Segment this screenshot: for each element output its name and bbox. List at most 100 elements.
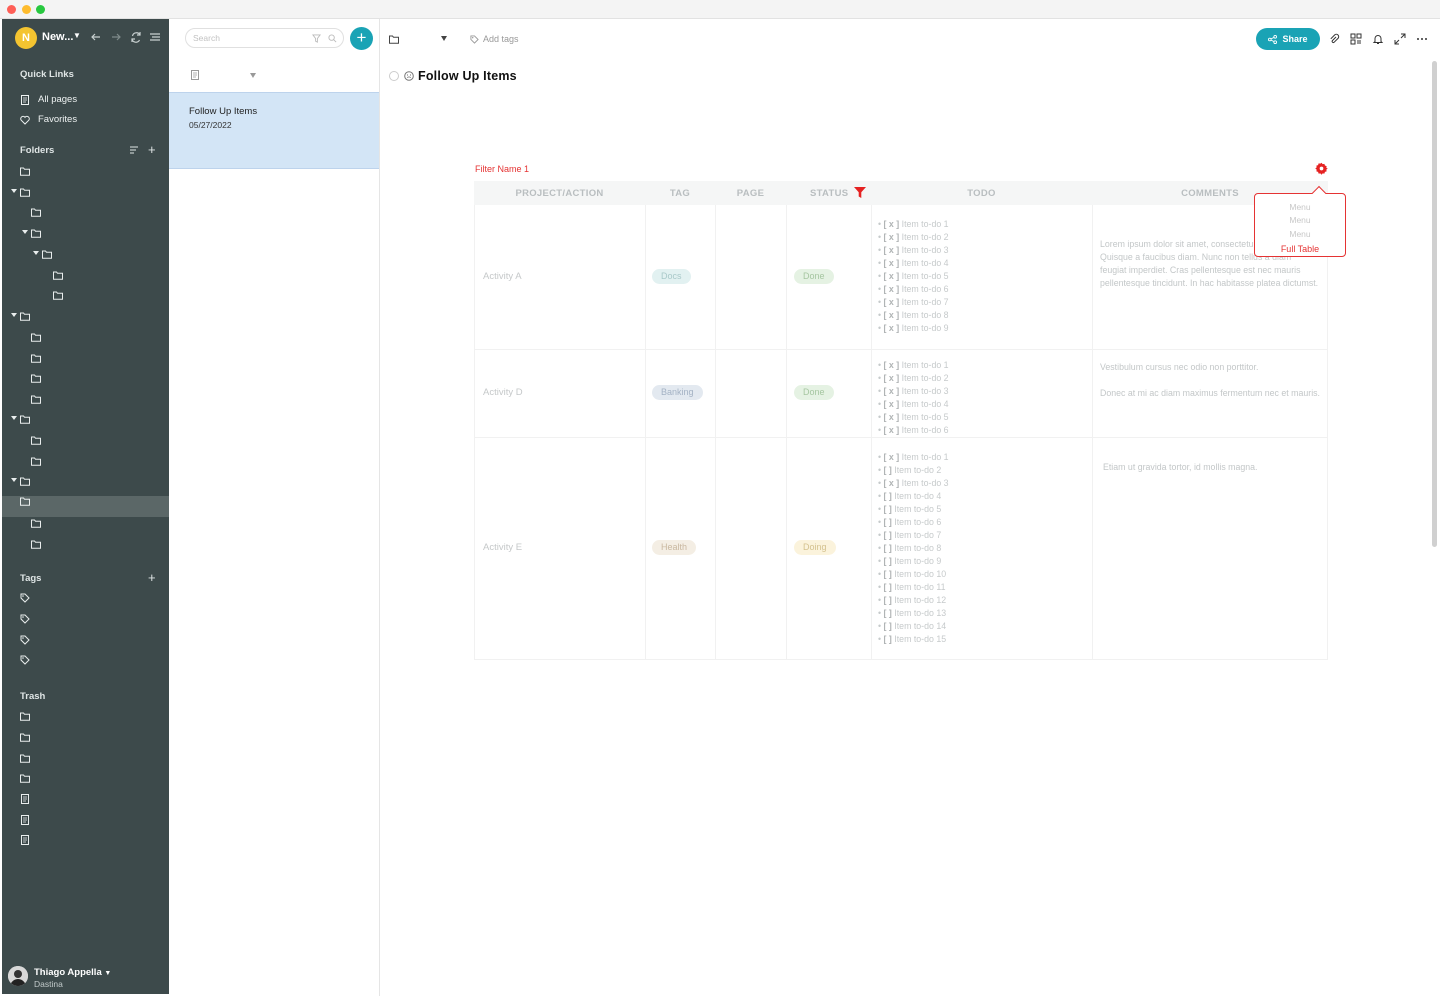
tag-icon[interactable]	[20, 593, 30, 603]
todo-checkbox[interactable]: [ ]	[884, 504, 892, 514]
todo-item[interactable]: • [ ] Item to-do 11	[878, 581, 949, 594]
forward-arrow-icon[interactable]	[109, 30, 123, 44]
close-window-button[interactable]	[7, 5, 16, 14]
todo-item[interactable]: • [ ] Item to-do 13	[878, 607, 949, 620]
menu-item-full-table[interactable]: Full Table	[1255, 244, 1345, 254]
expand-icon[interactable]	[1394, 33, 1406, 45]
todo-checkbox[interactable]: [ ]	[884, 517, 892, 527]
todo-checkbox[interactable]: [ ]	[884, 621, 892, 631]
add-tags-button[interactable]: Add tags	[470, 34, 519, 44]
more-options-icon[interactable]	[1416, 33, 1428, 45]
col-header-todo[interactable]: TODO	[871, 188, 1092, 199]
tag-badge[interactable]: Banking	[652, 385, 703, 400]
menu-item[interactable]: Menu	[1255, 202, 1345, 212]
chevron-down-icon[interactable]	[250, 73, 256, 78]
folder-icon[interactable]	[31, 456, 41, 466]
todo-item[interactable]: • [ ] Item to-do 7	[878, 529, 949, 542]
workspace-avatar[interactable]: N	[15, 27, 37, 49]
folder-icon[interactable]	[20, 414, 30, 424]
sync-icon[interactable]	[129, 30, 143, 44]
user-name[interactable]: Thiago Appella ▼	[34, 967, 111, 978]
todo-checkbox[interactable]: [ x ]	[884, 478, 900, 488]
folder-icon[interactable]	[20, 496, 30, 506]
folder-icon[interactable]	[20, 732, 30, 742]
folder-icon[interactable]	[20, 187, 30, 197]
todo-checkbox[interactable]: [ ]	[884, 608, 892, 618]
todo-item[interactable]: • [ ] Item to-do 10	[878, 568, 949, 581]
status-badge[interactable]: Done	[794, 269, 834, 284]
folder-icon[interactable]	[20, 311, 30, 321]
filter-icon[interactable]	[312, 34, 321, 43]
zoom-window-button[interactable]	[36, 5, 45, 14]
todo-checkbox[interactable]: [ x ]	[884, 258, 900, 268]
quick-link-favorites[interactable]: Favorites	[20, 114, 77, 125]
todo-checkbox[interactable]: [ x ]	[884, 452, 900, 462]
share-button[interactable]: Share	[1256, 28, 1320, 50]
folder-icon[interactable]	[53, 290, 63, 300]
page-title[interactable]: Follow Up Items	[418, 69, 517, 83]
todo-item[interactable]: • [ ] Item to-do 4	[878, 490, 949, 503]
search-icon[interactable]	[328, 34, 337, 43]
page-icon[interactable]	[190, 70, 200, 80]
todo-checkbox[interactable]: [ x ]	[884, 219, 900, 229]
todo-item[interactable]: • [ x ] Item to-do 6	[878, 424, 949, 437]
bell-icon[interactable]	[1372, 33, 1384, 45]
todo-item[interactable]: • [ ] Item to-do 15	[878, 633, 949, 646]
add-folder-button[interactable]: +	[148, 143, 156, 156]
todo-checkbox[interactable]: [ ]	[884, 530, 892, 540]
todo-checkbox[interactable]: [ ]	[884, 543, 892, 553]
folder-icon[interactable]	[31, 228, 41, 238]
todo-item[interactable]: • [ x ] Item to-do 7	[878, 296, 949, 309]
folder-icon[interactable]	[53, 270, 63, 280]
tag-icon[interactable]	[20, 655, 30, 665]
folder-icon[interactable]	[20, 753, 30, 763]
status-badge[interactable]: Doing	[794, 540, 836, 555]
folder-icon[interactable]	[31, 373, 41, 383]
todo-item[interactable]: • [ ] Item to-do 2	[878, 464, 949, 477]
chevron-down-icon[interactable]	[33, 250, 39, 256]
todo-item[interactable]: • [ x ] Item to-do 5	[878, 270, 949, 283]
tag-badge[interactable]: Health	[652, 540, 697, 555]
add-tag-button[interactable]: +	[148, 571, 156, 584]
todo-checkbox[interactable]: [ ]	[884, 465, 892, 475]
tag-icon[interactable]	[20, 614, 30, 624]
todo-checkbox[interactable]: [ x ]	[884, 323, 900, 333]
todo-checkbox[interactable]: [ x ]	[884, 297, 900, 307]
col-header-page[interactable]: PAGE	[715, 188, 786, 199]
todo-item[interactable]: • [ ] Item to-do 12	[878, 594, 949, 607]
folder-icon[interactable]	[31, 353, 41, 363]
todo-checkbox[interactable]: [ ]	[884, 634, 892, 644]
emoji-icon[interactable]	[404, 71, 414, 81]
menu-item[interactable]: Menu	[1255, 229, 1345, 239]
todo-item[interactable]: • [ ] Item to-do 5	[878, 503, 949, 516]
chevron-down-icon[interactable]	[11, 312, 17, 318]
folder-icon[interactable]	[31, 518, 41, 528]
todo-item[interactable]: • [ x ] Item to-do 1	[878, 359, 949, 372]
page-status-circle[interactable]	[389, 71, 399, 81]
todo-item[interactable]: • [ x ] Item to-do 3	[878, 244, 949, 257]
col-header-tag[interactable]: TAG	[645, 188, 715, 199]
user-avatar[interactable]	[8, 966, 28, 986]
folder-icon[interactable]	[20, 476, 30, 486]
folder-icon[interactable]	[31, 207, 41, 217]
chevron-down-icon[interactable]	[11, 477, 17, 483]
todo-item[interactable]: • [ x ] Item to-do 1	[878, 218, 949, 231]
page-icon[interactable]	[20, 815, 30, 825]
status-badge[interactable]: Done	[794, 385, 834, 400]
todo-item[interactable]: • [ x ] Item to-do 3	[878, 385, 949, 398]
todo-checkbox[interactable]: [ ]	[884, 556, 892, 566]
todo-checkbox[interactable]: [ x ]	[884, 360, 900, 370]
layout-grid-icon[interactable]	[1350, 33, 1362, 45]
menu-item[interactable]: Menu	[1255, 215, 1345, 225]
todo-item[interactable]: • [ x ] Item to-do 6	[878, 283, 949, 296]
filter-icon[interactable]	[854, 187, 866, 198]
folder-icon[interactable]	[389, 34, 399, 44]
todo-checkbox[interactable]: [ ]	[884, 595, 892, 605]
todo-checkbox[interactable]: [ x ]	[884, 245, 900, 255]
folder-icon[interactable]	[31, 394, 41, 404]
quick-link-all-pages[interactable]: All pages	[20, 94, 77, 105]
todo-item[interactable]: • [ x ] Item to-do 4	[878, 257, 949, 270]
todo-checkbox[interactable]: [ ]	[884, 569, 892, 579]
todo-item[interactable]: • [ x ] Item to-do 5	[878, 411, 949, 424]
page-icon[interactable]	[20, 794, 30, 804]
